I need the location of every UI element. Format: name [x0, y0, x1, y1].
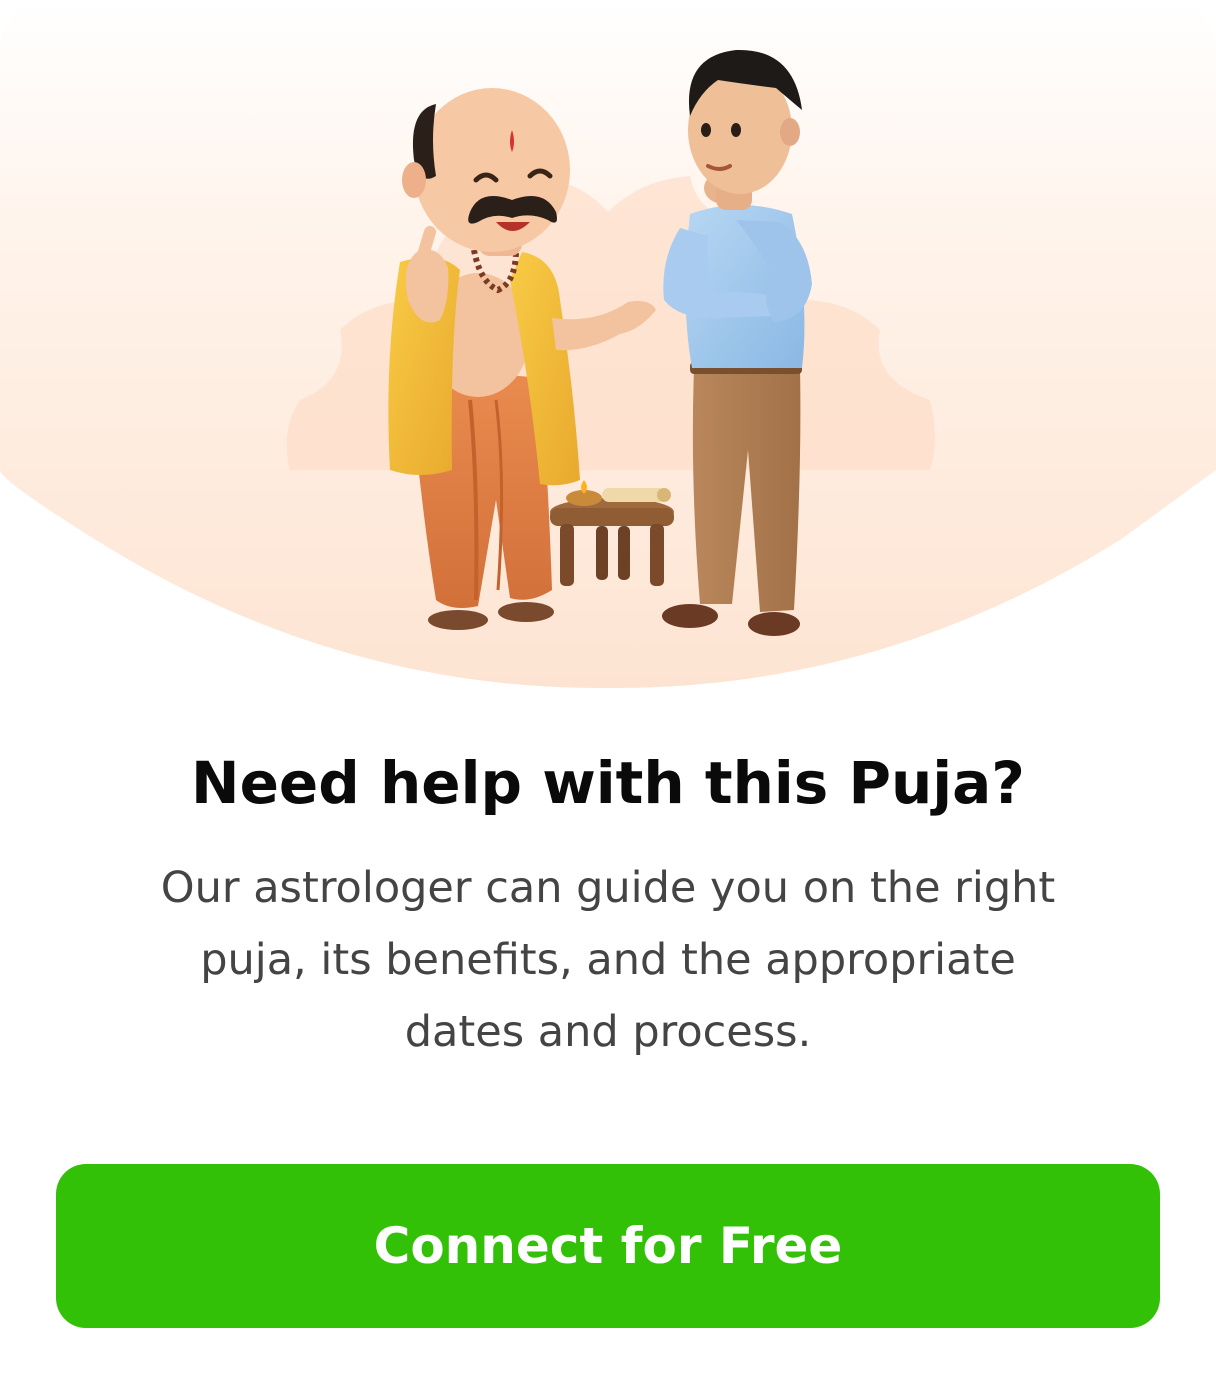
description-line: puja, its benefits, and the appropriate — [200, 935, 1016, 985]
astrologer-illustration-icon — [0, 0, 1216, 689]
description-line: Our astrologer can guide you on the righ… — [160, 863, 1056, 913]
dialog-description: Our astrologer can guide you on the righ… — [80, 852, 1136, 1068]
description-line: dates and process. — [404, 1007, 812, 1057]
help-card: Need help with this Puja? Our astrologer… — [0, 0, 1216, 1376]
dialog-title: Need help with this Puja? — [191, 749, 1025, 817]
connect-for-free-button[interactable]: Connect for Free — [56, 1164, 1160, 1328]
hero-illustration — [0, 0, 1216, 690]
